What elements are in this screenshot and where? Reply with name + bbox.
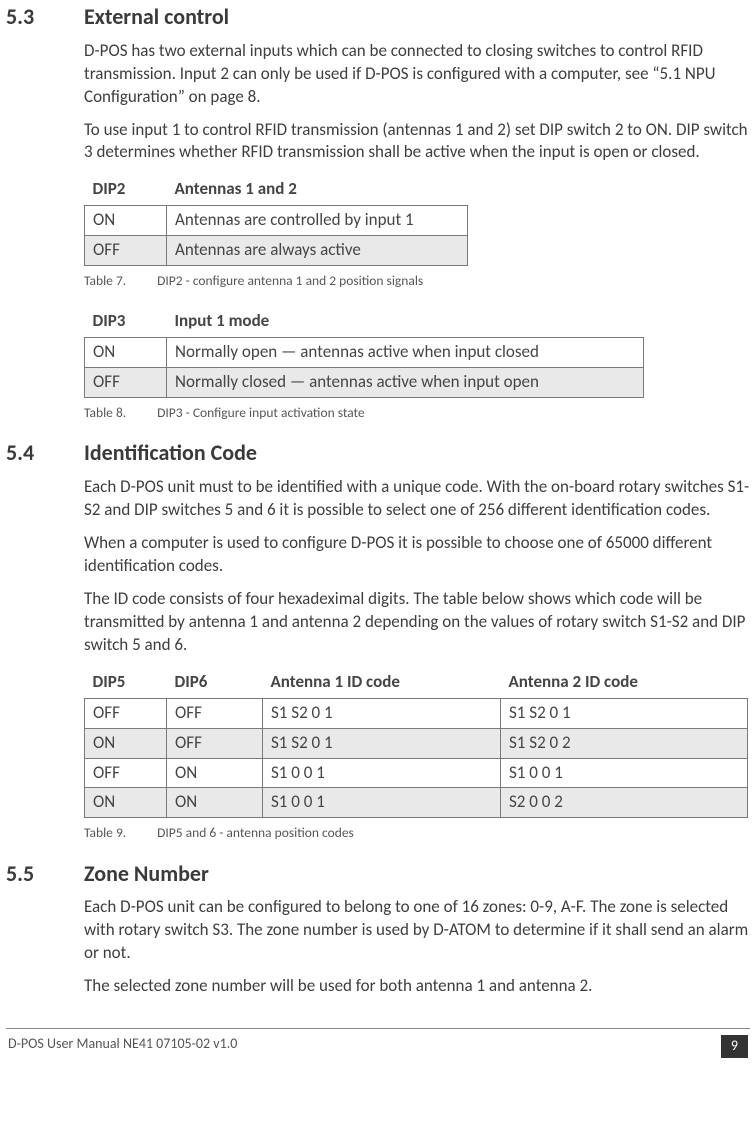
page-footer: D-POS User Manual NE41 07105-02 v1.0 9	[6, 1028, 750, 1066]
table-caption: Table 8. DIP3 - Configure input activati…	[84, 404, 750, 422]
page-number: 9	[721, 1035, 748, 1058]
section-number: 5.3	[6, 2, 84, 32]
table-dip5-6: DIP5 DIP6 Antenna 1 ID code Antenna 2 ID…	[84, 667, 748, 819]
section-title: External control	[84, 2, 229, 32]
table-caption: Table 7. DIP2 - configure antenna 1 and …	[84, 272, 750, 290]
section-heading-5-4: 5.4 Identification Code	[6, 438, 750, 468]
section-number: 5.4	[6, 438, 84, 468]
paragraph: Each D-POS unit can be configured to bel…	[84, 896, 750, 965]
paragraph: When a computer is used to configure D-P…	[84, 532, 750, 578]
section-heading-5-5: 5.5 Zone Number	[6, 859, 750, 889]
table-header: Antenna 2 ID code	[501, 667, 748, 698]
table-row: OFF Antennas are always active	[85, 236, 468, 266]
table-dip2: DIP2 Antennas 1 and 2 ON Antennas are co…	[84, 174, 468, 266]
paragraph: D-POS has two external inputs which can …	[84, 40, 750, 109]
paragraph: The ID code consists of four hexadeximal…	[84, 588, 750, 657]
table-row: OFF OFF S1 S2 0 1 S1 S2 0 1	[85, 698, 748, 728]
table-header: DIP5	[85, 667, 167, 698]
table-row: OFF ON S1 0 0 1 S1 0 0 1	[85, 758, 748, 788]
section-number: 5.5	[6, 859, 84, 889]
section-heading-5-3: 5.3 External control	[6, 2, 750, 32]
table-row: ON Antennas are controlled by input 1	[85, 206, 468, 236]
table-row: ON ON S1 0 0 1 S2 0 0 2	[85, 788, 748, 818]
section-title: Zone Number	[84, 859, 209, 889]
table-header: Input 1 mode	[167, 306, 644, 337]
table-header: DIP3	[85, 306, 167, 337]
table-header: DIP6	[167, 667, 263, 698]
table-row: OFF Normally closed — antennas active wh…	[85, 368, 644, 398]
table-row: ON OFF S1 S2 0 1 S1 S2 0 2	[85, 728, 748, 758]
paragraph: To use input 1 to control RFID transmiss…	[84, 119, 750, 165]
paragraph: Each D-POS unit must to be identified wi…	[84, 476, 750, 522]
table-header: Antenna 1 ID code	[263, 667, 501, 698]
table-dip3: DIP3 Input 1 mode ON Normally open — ant…	[84, 306, 644, 398]
table-header: DIP2	[85, 174, 167, 205]
paragraph: The selected zone number will be used fo…	[84, 975, 750, 998]
section-title: Identification Code	[84, 438, 257, 468]
footer-docref: D-POS User Manual NE41 07105-02 v1.0	[8, 1035, 237, 1058]
table-row: ON Normally open — antennas active when …	[85, 338, 644, 368]
table-header: Antennas 1 and 2	[167, 174, 468, 205]
table-caption: Table 9. DIP5 and 6 - antenna position c…	[84, 824, 750, 842]
